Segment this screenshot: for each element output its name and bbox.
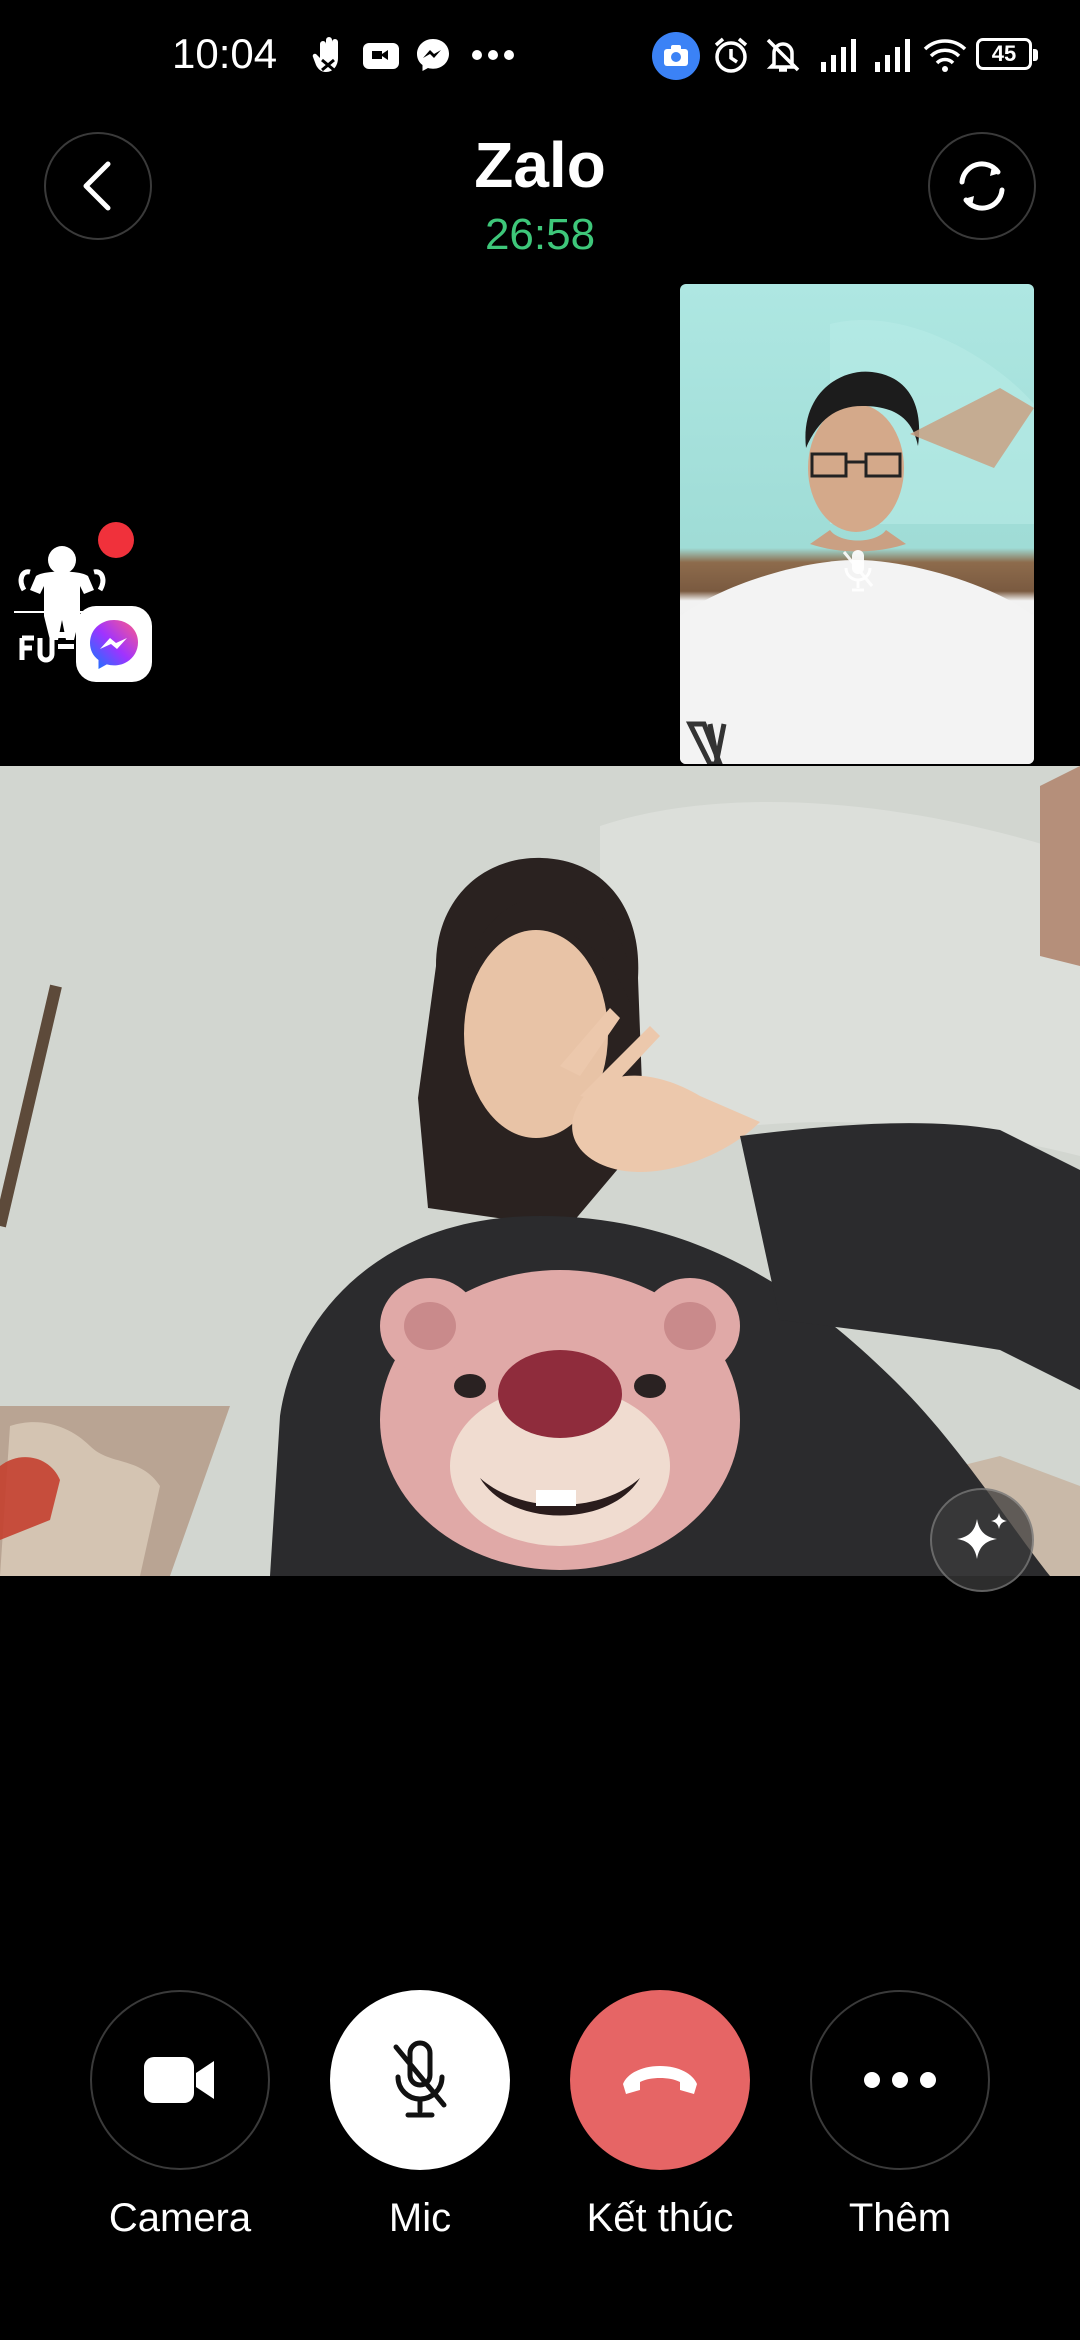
camera-toggle-button[interactable] bbox=[90, 1990, 270, 2170]
rotate-camera-icon bbox=[959, 161, 1005, 211]
status-time: 10:04 bbox=[172, 30, 278, 77]
more-label: Thêm bbox=[848, 2196, 952, 2240]
more-dots-icon bbox=[470, 32, 516, 78]
signal-icon bbox=[816, 32, 862, 78]
wifi-icon bbox=[922, 32, 968, 78]
mic-label: Mic bbox=[388, 2196, 452, 2240]
end-call-label: Kết thúc bbox=[586, 2196, 734, 2240]
sparkle-icon bbox=[957, 1513, 1007, 1559]
video-camera-icon bbox=[144, 2057, 214, 2103]
end-call-button[interactable] bbox=[570, 1990, 750, 2170]
effects-button[interactable] bbox=[930, 1488, 1034, 1592]
battery-indicator: 45 bbox=[976, 38, 1038, 70]
call-timer: 26:58 bbox=[484, 210, 596, 259]
video-icon bbox=[358, 32, 404, 78]
more-dots-icon bbox=[864, 2072, 936, 2088]
camera-badge-icon bbox=[652, 32, 700, 80]
messenger-icon bbox=[90, 620, 138, 669]
bell-off-icon bbox=[760, 32, 806, 78]
more-button[interactable] bbox=[810, 1990, 990, 2170]
messenger-badge bbox=[76, 606, 152, 682]
remote-video-feed bbox=[0, 766, 1080, 1576]
self-video-preview[interactable] bbox=[680, 284, 1034, 764]
mic-toggle-button[interactable] bbox=[330, 1990, 510, 2170]
messenger-icon bbox=[410, 32, 456, 78]
call-title: Zalo bbox=[474, 129, 606, 201]
self-video-feed bbox=[680, 320, 1034, 764]
camera-label: Camera bbox=[108, 2196, 252, 2240]
hang-up-icon bbox=[623, 2066, 697, 2094]
notification-dot bbox=[98, 522, 134, 558]
alarm-icon bbox=[708, 32, 754, 78]
status-bar: 10:04 45 bbox=[0, 0, 1080, 110]
hand-icon bbox=[306, 32, 352, 78]
remote-video[interactable] bbox=[0, 766, 1080, 1576]
switch-camera-button[interactable] bbox=[928, 132, 1036, 240]
mic-off-icon bbox=[842, 550, 874, 592]
mic-off-icon bbox=[393, 2040, 447, 2118]
signal-icon bbox=[870, 32, 916, 78]
